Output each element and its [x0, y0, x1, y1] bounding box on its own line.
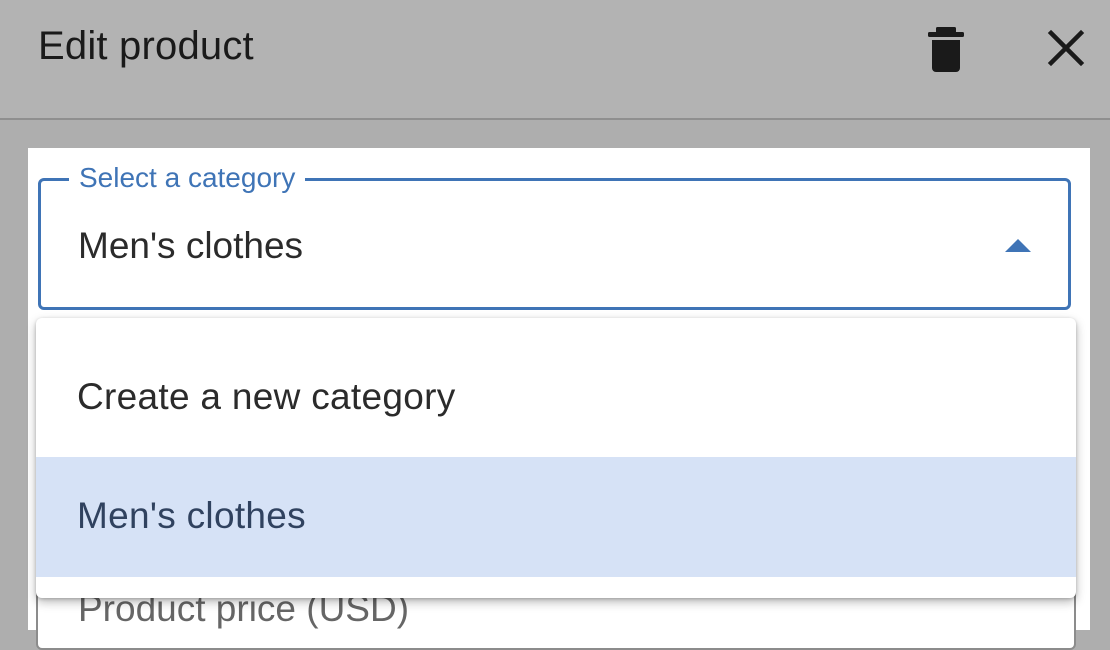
- trash-icon[interactable]: [924, 24, 968, 74]
- dialog-title: Edit product: [38, 24, 254, 68]
- menu-item-label: Create a new category: [77, 376, 456, 417]
- category-select-value: Men's clothes: [78, 225, 304, 266]
- menu-item-mens-clothes[interactable]: Men's clothes: [36, 457, 1076, 577]
- menu-item-create-category[interactable]: Create a new category: [36, 338, 1076, 458]
- dialog-header: Edit product: [0, 0, 1110, 120]
- category-select[interactable]: Select a category Men's clothes: [38, 162, 1071, 310]
- menu-item-label: Men's clothes: [77, 495, 306, 536]
- category-menu: Create a new category Men's clothes: [36, 318, 1076, 598]
- category-select-label: Select a category: [69, 162, 306, 194]
- caret-up-icon[interactable]: [1005, 239, 1031, 252]
- close-icon[interactable]: [1044, 26, 1088, 70]
